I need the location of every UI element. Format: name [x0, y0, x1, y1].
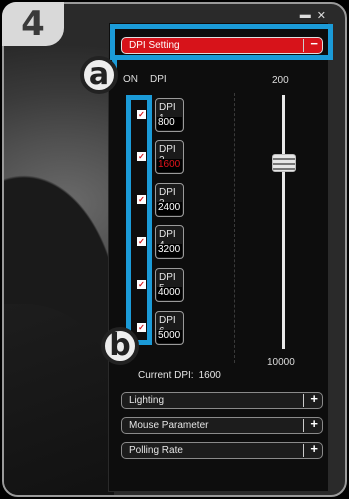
dpi-level-value: 5000 — [157, 330, 182, 343]
divider — [303, 419, 304, 432]
lighting-label: Lighting — [129, 395, 165, 406]
polling-rate-label: Polling Rate — [129, 445, 183, 456]
expand-icon[interactable]: + — [310, 416, 318, 431]
dpi-level-value: 800 — [157, 117, 182, 130]
callout-b-bubble: b — [101, 327, 139, 365]
dpi-level-value: 2400 — [157, 202, 182, 215]
slider-max-label: 200 — [272, 75, 289, 86]
step-number-badge: 4 — [2, 2, 64, 46]
dpi-slider-track[interactable] — [282, 95, 285, 349]
step-number: 4 — [21, 4, 45, 44]
close-icon[interactable]: ✕ — [317, 9, 326, 22]
current-dpi-value: 1600 — [198, 370, 221, 381]
dpi-slider-thumb[interactable] — [272, 154, 296, 172]
minimize-icon[interactable]: ▬ — [300, 9, 311, 22]
column-headers: ON DPI — [123, 74, 167, 85]
dpi-6-button[interactable]: DPI 6 5000 — [155, 311, 184, 345]
dpi-2-button[interactable]: DPI 2 1600 — [155, 140, 184, 174]
on-column-header: ON — [123, 74, 138, 85]
lighting-header[interactable]: Lighting + — [121, 391, 323, 409]
divider — [303, 394, 304, 407]
expand-icon[interactable]: + — [310, 391, 318, 406]
current-dpi-label: Current DPI: — [138, 370, 194, 381]
slider-min-label: 10000 — [267, 357, 295, 368]
dpi-3-button[interactable]: DPI 3 2400 — [155, 183, 184, 217]
dpi-4-button[interactable]: DPI 4 3200 — [155, 225, 184, 259]
dpi-5-button[interactable]: DPI 5 4000 — [155, 268, 184, 302]
mouse-parameter-header[interactable]: Mouse Parameter + — [121, 416, 323, 434]
dpi-level-value: 4000 — [157, 287, 182, 300]
callout-a-box — [110, 24, 333, 60]
polling-rate-header[interactable]: Polling Rate + — [121, 441, 323, 459]
dpi-column-header: DPI — [150, 74, 167, 85]
dpi-level-value: 3200 — [157, 244, 182, 257]
mouse-parameter-label: Mouse Parameter — [129, 420, 209, 431]
callout-a-bubble: a — [80, 56, 118, 94]
callout-b-box — [126, 95, 152, 345]
dpi-1-button[interactable]: DPI 1 800 — [155, 98, 184, 132]
dpi-level-value-selected: 1600 — [157, 159, 182, 172]
expand-icon[interactable]: + — [310, 441, 318, 456]
divider — [234, 93, 235, 363]
divider — [303, 444, 304, 457]
window-controls: ▬ ✕ — [300, 9, 326, 22]
current-dpi-readout: Current DPI: 1600 — [138, 370, 221, 381]
